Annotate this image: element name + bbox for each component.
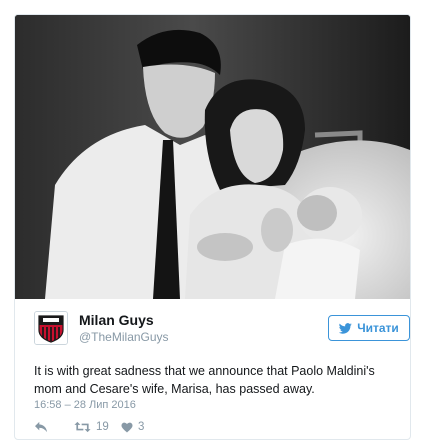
tweet-timestamp[interactable]: 16:58 – 28 Лип 2016 xyxy=(34,399,136,411)
reply-button[interactable] xyxy=(34,421,48,433)
retweet-count: 19 xyxy=(96,421,109,433)
like-count: 3 xyxy=(138,421,145,433)
follow-button[interactable]: Читати xyxy=(328,315,410,341)
retweet-icon xyxy=(74,421,91,433)
tweet-photo-image xyxy=(15,15,410,299)
avatar[interactable] xyxy=(34,311,68,345)
twitter-bird-icon xyxy=(339,322,352,334)
retweet-button[interactable]: 19 xyxy=(74,421,109,433)
tweet-actions: 19 3 xyxy=(34,421,234,439)
tweet-photo[interactable] xyxy=(15,15,410,299)
tweet-author-row: Milan Guys @TheMilanGuys Читати xyxy=(34,311,410,351)
author-display-name[interactable]: Milan Guys xyxy=(79,312,154,328)
like-button[interactable]: 3 xyxy=(121,421,144,433)
reply-icon xyxy=(35,421,47,433)
heart-icon xyxy=(121,422,133,432)
tweet-card: Milan Guys @TheMilanGuys Читати It is wi… xyxy=(14,14,411,440)
follow-button-label: Читати xyxy=(357,321,399,335)
milan-crest-icon xyxy=(35,312,67,344)
author-screen-name[interactable]: @TheMilanGuys xyxy=(79,330,169,344)
tweet-text: It is with great sadness that we announc… xyxy=(34,364,375,396)
